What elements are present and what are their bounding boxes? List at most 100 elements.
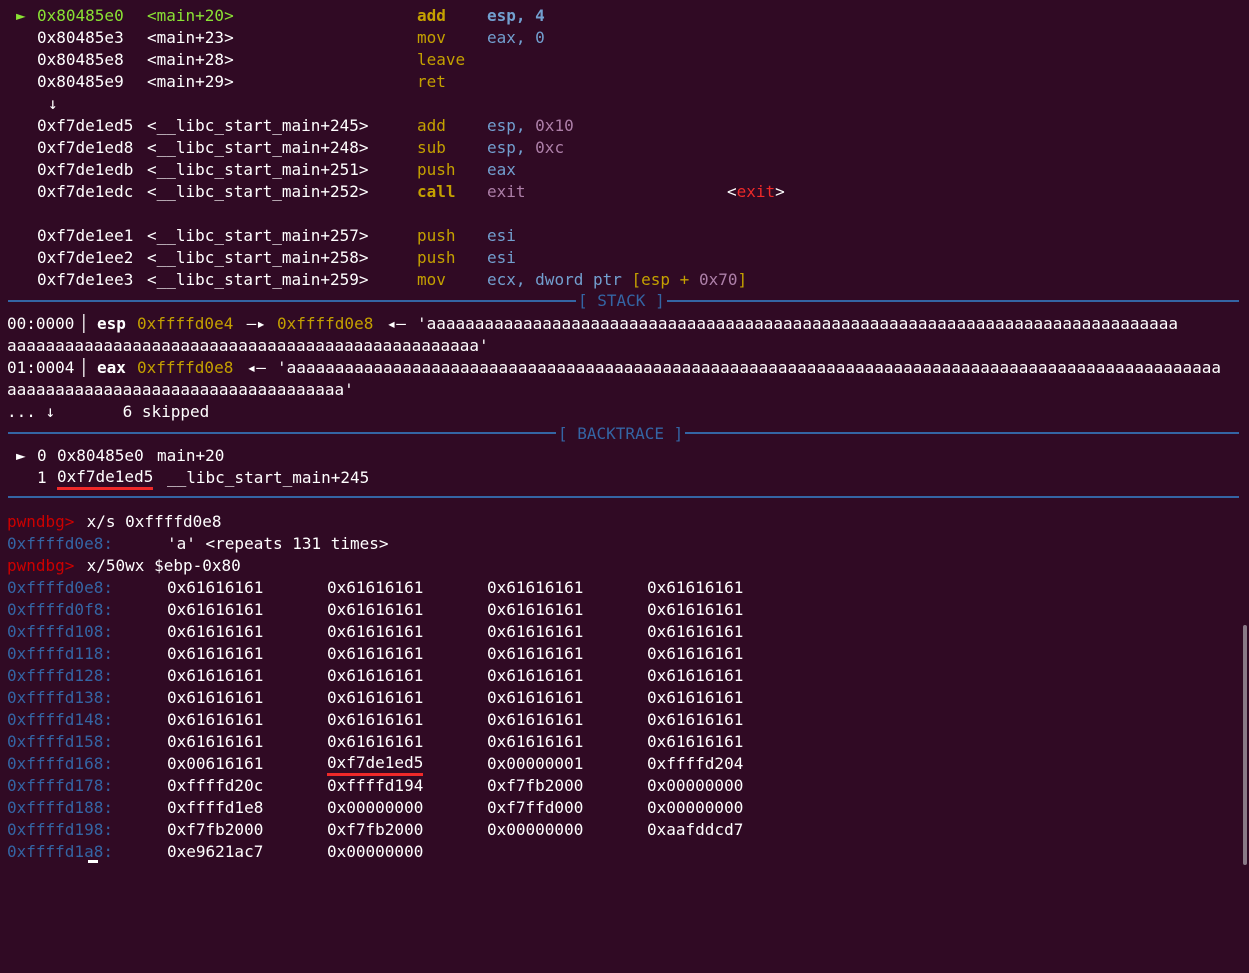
stack-index: 01:0004 xyxy=(7,358,75,377)
memory-addr: 0xffffd118: xyxy=(7,644,113,663)
output-value: 'a' <repeats 131 times> xyxy=(167,534,389,553)
disasm-sym: <__libc_start_main+245> xyxy=(147,116,369,135)
disasm-ops: esp, 0x10 xyxy=(487,116,574,135)
memory-word: 0x61616161 xyxy=(327,600,424,619)
memory-word: 0x61616161 xyxy=(167,688,264,707)
memory-word: 0x61616161 xyxy=(487,688,584,707)
disasm-addr: 0xf7de1ee1 xyxy=(37,226,134,245)
memory-word: 0x61616161 xyxy=(487,644,584,663)
disasm-line: 0x80485e8 <main+28> leave xyxy=(0,49,465,71)
backtrace-frame: 1 0xf7de1ed5 __libc_start_main+245 xyxy=(0,467,369,490)
disasm-sym: <main+28> xyxy=(147,50,234,69)
context-end-rule xyxy=(8,496,1239,498)
stack-pipe: │ xyxy=(79,358,89,377)
current-instruction-marker: ► xyxy=(16,6,26,25)
console-output-line: 0xffffd0e8: 'a' <repeats 131 times> xyxy=(0,533,389,555)
disasm-sym: <__libc_start_main+251> xyxy=(147,160,369,179)
memory-word: 0x61616161 xyxy=(487,622,584,641)
stack-string: 'aaaaaaaaaaaaaaaaaaaaaaaaaaaaaaaaaaaaaaa… xyxy=(417,314,1178,333)
memory-word: 0x61616161 xyxy=(647,666,744,685)
disasm-ops: eax, 0 xyxy=(487,28,545,47)
disasm-sym: <__libc_start_main+248> xyxy=(147,138,369,157)
disasm-sym: <main+23> xyxy=(147,28,234,47)
frame-sym: main+20 xyxy=(157,446,225,465)
memory-row: 0xffffd1a8: 0xe9621ac7 0x00000000 xyxy=(0,841,423,863)
memory-row: 0xffffd0e8: 0x61616161 0x61616161 0x6161… xyxy=(0,577,743,599)
memory-word: 0x61616161 xyxy=(327,710,424,729)
stack-addr: 0xffffd0e4 xyxy=(137,314,234,333)
disasm-line: 0xf7de1ee2 <__libc_start_main+258> push … xyxy=(0,247,516,269)
disasm-addr: 0xf7de1ed5 xyxy=(37,116,134,135)
disasm-mnem: add xyxy=(417,116,446,135)
memory-word: 0x61616161 xyxy=(167,732,264,751)
memory-word: 0x61616161 xyxy=(647,600,744,619)
disasm-addr: 0xf7de1ee3 xyxy=(37,270,134,289)
disasm-line: 0x80485e9 <main+29> ret xyxy=(0,71,446,93)
disasm-ops: exit xyxy=(487,182,526,201)
frame-number: 0 xyxy=(37,446,47,465)
disasm-addr: 0xf7de1ed8 xyxy=(37,138,134,157)
memory-word: 0x61616161 xyxy=(487,600,584,619)
disasm-mnem: leave xyxy=(417,50,466,69)
output-addr: 0xffffd0e8: xyxy=(7,534,113,553)
memory-word: 0x00000000 xyxy=(327,842,424,861)
memory-word-return-address: 0xf7de1ed5 xyxy=(327,753,424,776)
down-arrow-icon: ↓ xyxy=(48,94,58,113)
stack-entry-continuation: aaaaaaaaaaaaaaaaaaaaaaaaaaaaaaaaaaa' xyxy=(0,379,354,401)
memory-word: 0x61616161 xyxy=(327,666,424,685)
terminal-scrollbar[interactable] xyxy=(1243,625,1247,865)
stack-skipped: ... ↓ 6 skipped xyxy=(0,401,209,423)
memory-row: 0xffffd118: 0x61616161 0x61616161 0x6161… xyxy=(0,643,743,665)
disasm-line: 0xf7de1ee3 <__libc_start_main+259> mov e… xyxy=(0,269,747,291)
memory-word: 0x61616161 xyxy=(327,732,424,751)
memory-addr: 0xffffd158: xyxy=(7,732,113,751)
memory-word: 0x61616161 xyxy=(167,710,264,729)
memory-word: 0x61616161 xyxy=(327,622,424,641)
call-target: <exit> xyxy=(727,182,785,201)
disasm-addr: 0xf7de1edc xyxy=(37,182,134,201)
disasm-mnem: mov xyxy=(417,28,446,47)
memory-addr: 0xffffd148: xyxy=(7,710,113,729)
memory-word: 0xffffd20c xyxy=(167,776,264,795)
stack-pipe: │ xyxy=(79,314,89,333)
disasm-line: 0x80485e3 <main+23> mov eax, 0 xyxy=(0,27,545,49)
memory-row: 0xffffd188: 0xffffd1e8 0x00000000 0xf7ff… xyxy=(0,797,743,819)
memory-word: 0x00000000 xyxy=(327,798,424,817)
memory-word: 0x00000000 xyxy=(647,776,744,795)
frame-sym: __libc_start_main+245 xyxy=(167,468,370,487)
disasm-sym: <__libc_start_main+258> xyxy=(147,248,369,267)
disasm-line: 0xf7de1ed5 <__libc_start_main+245> add e… xyxy=(0,115,574,137)
disasm-mnem: mov xyxy=(417,270,446,289)
stack-arrow: ◂— xyxy=(237,358,276,377)
memory-word: 0xf7fb2000 xyxy=(487,776,584,795)
memory-word: 0x61616161 xyxy=(487,732,584,751)
memory-addr: 0xffffd108: xyxy=(7,622,113,641)
memory-word: 0x00000001 xyxy=(487,754,584,773)
memory-row: 0xffffd178: 0xffffd20c 0xffffd194 0xf7fb… xyxy=(0,775,743,797)
disasm-sym: <main+20> xyxy=(147,6,234,25)
console-command: x/50wx $ebp-0x80 xyxy=(77,556,241,575)
stack-reg: eax xyxy=(97,358,126,377)
memory-word: 0x61616161 xyxy=(167,666,264,685)
disasm-mnem: push xyxy=(417,248,456,267)
disasm-jump-arrow: ↓ xyxy=(0,93,58,115)
memory-addr: 0xffffd168: xyxy=(7,754,113,773)
disasm-line: 0xf7de1ee1 <__libc_start_main+257> push … xyxy=(0,225,516,247)
disasm-addr: 0x80485e8 xyxy=(37,50,124,69)
memory-row: 0xffffd168: 0x00616161 0xf7de1ed5 0x0000… xyxy=(0,753,743,776)
disasm-mnem: push xyxy=(417,226,456,245)
memory-word: 0x61616161 xyxy=(647,732,744,751)
memory-word: 0x00000000 xyxy=(487,820,584,839)
stack-entry: 00:0000 │ esp 0xffffd0e4 —▸ 0xffffd0e8 ◂… xyxy=(0,313,1178,335)
memory-word: 0x61616161 xyxy=(167,644,264,663)
disasm-line: ► 0x80485e0 <main+20> add esp, 4 xyxy=(0,5,545,27)
disasm-addr: 0xf7de1edb xyxy=(37,160,134,179)
memory-word: 0xe9621ac7 xyxy=(167,842,264,861)
memory-word: 0xf7fb2000 xyxy=(327,820,424,839)
disasm-addr: 0xf7de1ee2 xyxy=(37,248,134,267)
console-command-line: pwndbg> x/s 0xffffd0e8 xyxy=(0,511,222,533)
memory-row: 0xffffd148: 0x61616161 0x61616161 0x6161… xyxy=(0,709,743,731)
console-prompt: pwndbg> xyxy=(7,512,75,531)
disasm-ops: esp, 4 xyxy=(487,6,545,25)
backtrace-section-title: [ BACKTRACE ] xyxy=(556,423,686,445)
